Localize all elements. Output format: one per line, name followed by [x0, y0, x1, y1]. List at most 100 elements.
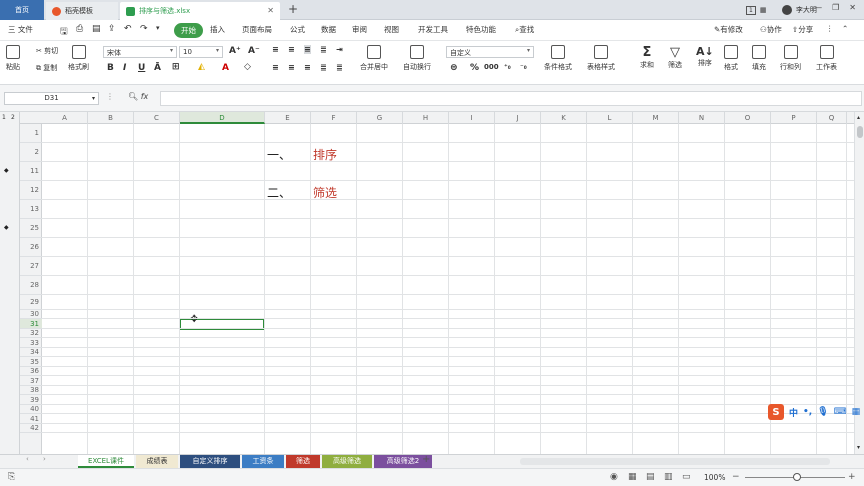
strike-icon[interactable]: Ā — [154, 63, 161, 73]
merge-center-button[interactable]: 合并居中 — [360, 45, 388, 72]
column-header-H[interactable]: H — [403, 112, 449, 124]
formula-input[interactable] — [160, 91, 862, 106]
row-header-42[interactable]: 42 — [20, 424, 42, 433]
collapse-ribbon-icon[interactable]: ⌃ — [842, 24, 848, 33]
column-header-E[interactable]: E — [265, 112, 311, 124]
align-top-icon[interactable]: ≡ — [272, 45, 279, 54]
sogou-icon[interactable]: S — [768, 404, 784, 420]
punct-icon[interactable]: •, — [803, 407, 812, 417]
row-col-button[interactable]: 行和列 — [780, 45, 801, 72]
paste-button[interactable]: 粘贴 — [6, 45, 20, 72]
fx-button[interactable]: 🔍︎ fx — [128, 92, 148, 101]
decrease-font-icon[interactable]: A⁻ — [248, 46, 260, 56]
indent-icon[interactable]: ⇥ — [336, 45, 343, 54]
column-header-G[interactable]: G — [357, 112, 403, 124]
distributed-icon[interactable]: ≣ — [336, 63, 343, 72]
tab-template[interactable]: 稻壳模板 — [46, 2, 118, 20]
menu-page-layout[interactable]: 页面布局 — [242, 24, 272, 35]
cell-area[interactable]: ✥ 一、 排序 二、 筛选 — [42, 124, 854, 454]
row-header-34[interactable]: 34 — [20, 348, 42, 357]
close-tab-icon[interactable]: ✕ — [267, 6, 274, 15]
column-header-N[interactable]: N — [679, 112, 725, 124]
menu-developer[interactable]: 开发工具 — [418, 24, 448, 35]
justify-icon[interactable]: ≣ — [320, 63, 327, 72]
outline-level-1[interactable]: 1 — [2, 114, 6, 121]
clear-icon[interactable]: ◇ — [244, 62, 251, 72]
page-break-view-icon[interactable]: ▥ — [664, 472, 673, 482]
cond-format-button[interactable]: 条件格式 — [544, 45, 572, 72]
column-header-P[interactable]: P — [771, 112, 817, 124]
print-icon[interactable]: ⎙ — [76, 24, 83, 34]
column-header-C[interactable]: C — [134, 112, 180, 124]
export-icon[interactable]: ⇪ — [108, 24, 116, 34]
column-header-A[interactable]: A — [42, 112, 88, 124]
save-icon[interactable]: 🖫 — [60, 24, 68, 40]
outline-level-2[interactable]: 2 — [11, 114, 15, 121]
font-name-select[interactable]: 宋体 ▾ — [103, 46, 177, 58]
search-menu[interactable]: ⌕查找 — [515, 24, 534, 35]
percent-icon[interactable]: % — [470, 63, 479, 73]
zoom-out-icon[interactable]: − — [732, 472, 740, 482]
row-header-26[interactable]: 26 — [20, 238, 42, 257]
minimize-icon[interactable]: — — [814, 3, 822, 12]
cut-button[interactable]: ✂ 剪切 — [36, 46, 58, 56]
cell-F2[interactable]: 排序 — [313, 146, 337, 163]
sheet-tab[interactable]: 筛选 — [286, 455, 320, 468]
column-header-B[interactable]: B — [88, 112, 134, 124]
row-header-11[interactable]: 11 — [20, 162, 42, 181]
table-style-button[interactable]: 表格样式 — [587, 45, 615, 72]
print-preview-icon[interactable]: ▤ — [92, 24, 101, 34]
new-tab-button[interactable]: + — [288, 2, 298, 16]
border-icon[interactable]: ⊞ — [172, 62, 180, 72]
fill-color-icon[interactable]: ◭ — [198, 62, 205, 72]
redo-icon[interactable]: ↷ — [140, 24, 148, 34]
row-header-12[interactable]: 12 — [20, 181, 42, 200]
row-header-35[interactable]: 35 — [20, 357, 42, 367]
menu-formula[interactable]: 公式 — [290, 24, 305, 35]
decrease-decimal-icon[interactable]: ⁻₀ — [520, 63, 527, 71]
eye-icon[interactable]: ◉ — [610, 472, 618, 482]
increase-font-icon[interactable]: A⁺ — [229, 46, 241, 56]
row-header-38[interactable]: 38 — [20, 386, 42, 395]
increase-decimal-icon[interactable]: ⁺₀ — [504, 63, 511, 71]
maximize-icon[interactable]: ❐ — [832, 3, 839, 12]
row-header-13[interactable]: 13 — [20, 200, 42, 219]
menu-insert[interactable]: 插入 — [210, 24, 225, 35]
row-header-29[interactable]: 29 — [20, 295, 42, 310]
zoom-slider-knob[interactable] — [793, 473, 801, 481]
column-header-L[interactable]: L — [587, 112, 633, 124]
fill-button[interactable]: 填充 — [752, 45, 766, 72]
column-header-J[interactable]: J — [495, 112, 541, 124]
format-painter-button[interactable]: 格式刷 — [68, 45, 89, 72]
row-header-30[interactable]: 30 — [20, 310, 42, 319]
name-box[interactable]: D31 ▾ — [4, 92, 99, 105]
column-header-K[interactable]: K — [541, 112, 587, 124]
sheet-tab[interactable]: 成绩表 — [136, 455, 178, 468]
reading-view-icon[interactable]: ▭ — [682, 472, 691, 482]
ime-toolbar[interactable]: S 中 •, 🎙︎ ⌨ ▦ — [768, 404, 860, 420]
row-header-28[interactable]: 28 — [20, 276, 42, 295]
row-header-32[interactable]: 32 — [20, 329, 42, 338]
align-bottom-icon[interactable]: ≡ — [304, 45, 311, 54]
scroll-down-icon[interactable]: ▾ — [857, 444, 860, 451]
menu-view[interactable]: 视图 — [384, 24, 399, 35]
quick-access-dropdown-icon[interactable]: ▾ — [156, 24, 160, 32]
cell-F12[interactable]: 筛选 — [313, 184, 337, 201]
tab-file[interactable]: 排序与筛选.xlsx ✕ — [120, 2, 280, 20]
comma-icon[interactable]: 000 — [484, 63, 499, 71]
menu-review[interactable]: 审阅 — [352, 24, 367, 35]
align-middle-icon[interactable]: ≡ — [288, 45, 295, 54]
number-format-select[interactable]: 自定义 ▾ — [446, 46, 534, 58]
zoom-in-icon[interactable]: + — [848, 472, 856, 482]
user-account[interactable]: 1 ▦ 李大明 — [746, 5, 817, 15]
column-header-M[interactable]: M — [633, 112, 679, 124]
mic-icon[interactable]: 🎙︎ — [817, 407, 828, 417]
wrap-text-button[interactable]: 自动换行 — [403, 45, 431, 72]
filter-button[interactable]: ▽ 筛选 — [668, 45, 682, 70]
row-header-39[interactable]: 39 — [20, 395, 42, 405]
underline-icon[interactable]: U — [138, 63, 145, 73]
font-color-icon[interactable]: A — [222, 63, 229, 73]
vertical-scrollbar[interactable]: ▴ ▾ — [854, 112, 864, 454]
column-header-F[interactable]: F — [311, 112, 357, 124]
normal-view-icon[interactable]: ▦ — [628, 472, 637, 482]
